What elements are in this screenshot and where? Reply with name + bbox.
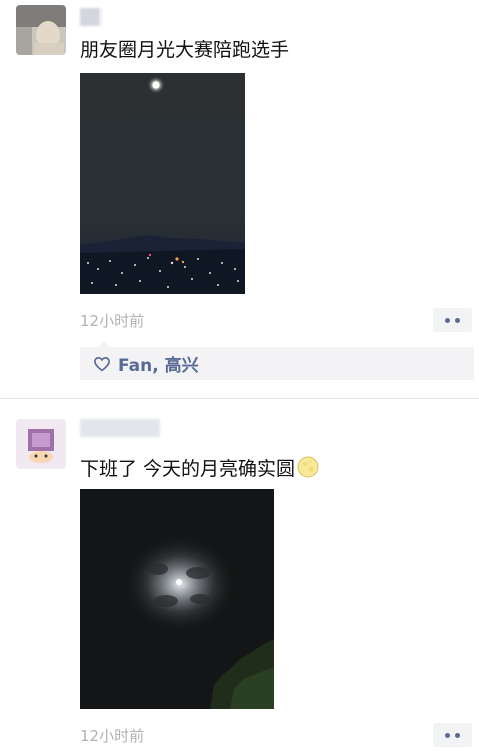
username-blurred[interactable] bbox=[100, 8, 102, 26]
post-time: 12小时前 bbox=[80, 727, 145, 745]
more-button[interactable] bbox=[433, 308, 472, 332]
username-blurred[interactable] bbox=[80, 419, 160, 437]
moment-post: 朋友圈月光大赛陪跑选手 12小时前 Fan, 高兴 bbox=[0, 0, 479, 398]
username-blurred[interactable] bbox=[80, 8, 100, 26]
post-text: 下班了 今天的月亮确实圆 bbox=[80, 454, 319, 481]
post-photo[interactable] bbox=[80, 489, 274, 709]
avatar[interactable] bbox=[16, 419, 66, 469]
post-time: 12小时前 bbox=[80, 312, 145, 330]
more-dots-icon bbox=[445, 317, 450, 323]
avatar[interactable] bbox=[16, 5, 66, 55]
likes-panel: Fan, 高兴 bbox=[80, 341, 474, 380]
moment-post: 下班了 今天的月亮确实圆 12小时前 bbox=[0, 399, 479, 754]
heart-icon bbox=[94, 356, 110, 371]
moon-emoji bbox=[297, 456, 319, 478]
post-text: 朋友圈月光大赛陪跑选手 bbox=[80, 39, 290, 61]
post-photo[interactable] bbox=[80, 73, 245, 294]
more-dots-icon bbox=[445, 732, 450, 738]
liker-names[interactable]: Fan, 高兴 bbox=[118, 351, 199, 376]
more-button[interactable] bbox=[433, 723, 472, 747]
